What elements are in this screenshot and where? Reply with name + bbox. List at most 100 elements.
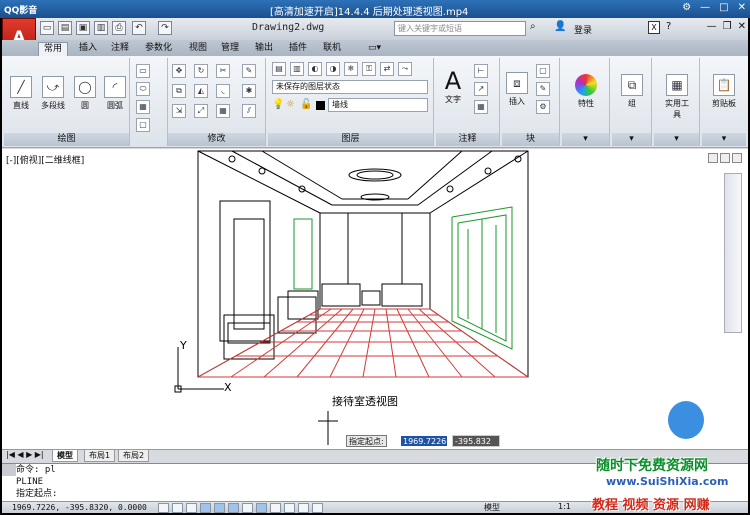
restore-icon[interactable]: ❐ [723,21,732,32]
tab-parametric[interactable]: 参数化 [140,42,177,56]
viewport-restore-icon[interactable] [720,153,730,163]
tab-online[interactable]: 联机 [318,42,346,56]
save-icon[interactable]: ▣ [76,21,90,35]
line-tool[interactable]: ╱ 直线 [6,76,36,111]
layout-tab-model[interactable]: 模型 [52,450,78,462]
layout-nav-arrows-icon[interactable]: |◀ ◀ ▶ ▶| [6,450,44,459]
tab-insert[interactable]: 插入 [74,42,102,56]
stretch-icon[interactable]: ⇲ [172,104,186,118]
layer-isolate-icon[interactable]: ◑ [326,62,340,76]
edit-attribute-icon[interactable]: ⚙ [536,100,550,114]
properties-tool[interactable]: 特性 [571,74,601,109]
layer-walk-icon[interactable]: ⤳ [398,62,412,76]
panel-group-label[interactable]: ▾ [612,133,651,146]
layer-thaw-icon[interactable]: ☼ [286,99,295,110]
mirror-icon[interactable]: ◭ [194,84,208,98]
close-icon[interactable]: ✕ [738,21,746,32]
layout-tab-2[interactable]: 布局2 [118,450,150,462]
player-close-icon[interactable]: ✕ [738,2,746,13]
offset-icon[interactable]: ⫽ [242,104,256,118]
model-space-button[interactable]: 模型 [484,502,500,513]
panel-modify-label[interactable]: 修改 [168,133,265,146]
layer-properties-icon[interactable]: ▤ [272,62,286,76]
layout-tab-1[interactable]: 布局1 [84,450,116,462]
print-icon[interactable]: ⎙ [112,21,126,35]
osnap-toggle[interactable] [214,503,225,513]
boundary-icon[interactable]: ▢ [136,118,150,132]
ortho-toggle[interactable] [186,503,197,513]
move-icon[interactable]: ✥ [172,64,186,78]
polar-toggle[interactable] [200,503,211,513]
tab-view[interactable]: 视图 [184,42,212,56]
layer-freeze-icon[interactable]: ❄ [344,62,358,76]
array-icon[interactable]: ▦ [216,104,230,118]
save-as-icon[interactable]: ▥ [94,21,108,35]
edit-block-icon[interactable]: ✎ [536,82,550,96]
scale-icon[interactable]: ⤢ [194,104,208,118]
redo-icon[interactable]: ↷ [158,21,172,35]
ducs-toggle[interactable] [242,503,253,513]
tab-manage[interactable]: 管理 [216,42,244,56]
rectangle-icon[interactable]: ▭ [136,64,150,78]
ribbon-toggle-icon[interactable]: ▭▾ [368,43,381,53]
layer-lock-icon[interactable]: ⚿ [362,62,376,76]
layer-on-icon[interactable]: 💡 [272,99,284,110]
polyline-tool[interactable]: ⤻ 多段线 [38,76,68,111]
panel-annotation-label[interactable]: 注释 [436,133,499,146]
tab-home[interactable]: 常用 [38,42,69,56]
tab-output[interactable]: 输出 [250,42,278,56]
text-tool[interactable]: A 文字 [438,68,468,105]
dimension-icon[interactable]: ⊢ [474,64,488,78]
utilities-tool[interactable]: ▦ 实用工具 [662,74,692,120]
transparency-toggle[interactable] [284,503,295,513]
layer-off-icon[interactable]: ◐ [308,62,322,76]
undo-icon[interactable]: ↶ [132,21,146,35]
ellipse-icon[interactable]: ⬭ [136,82,150,96]
layer-color-swatch[interactable] [316,101,325,110]
panel-layers-label[interactable]: 图层 [268,133,433,146]
selection-cycling-toggle[interactable] [312,503,323,513]
command-line-grip[interactable] [2,464,16,476]
dynamic-input-y[interactable]: -395.832 [452,435,500,447]
clipboard-tool[interactable]: 📋 剪贴板 [709,74,739,109]
leader-icon[interactable]: ↗ [474,82,488,96]
dynamic-input-x[interactable]: 1969.7226 [400,435,448,447]
panel-properties-label[interactable]: ▾ [562,133,609,146]
erase-icon[interactable]: ✎ [242,64,256,78]
login-link[interactable]: 登录 [574,23,592,36]
fillet-icon[interactable]: ◟ [216,84,230,98]
layer-unlock-icon[interactable]: 🔓 [300,99,312,110]
rotate-icon[interactable]: ↻ [194,64,208,78]
panel-utilities-label[interactable]: ▾ [654,133,699,146]
viewport-minimize-icon[interactable] [708,153,718,163]
explode-icon[interactable]: ✱ [242,84,256,98]
annotation-scale[interactable]: 1:1 [558,502,571,511]
new-file-icon[interactable]: ▭ [40,21,54,35]
lineweight-toggle[interactable] [270,503,281,513]
panel-block-label[interactable]: 块 [502,133,559,146]
player-minimize-icon[interactable]: — [700,2,710,13]
search-icon[interactable]: ⌕ [530,21,536,32]
viewport-label[interactable]: [-][俯视][二维线框] [6,153,84,166]
help-icon[interactable]: ? [666,21,671,32]
arc-tool[interactable]: ◜ 圆弧 [100,76,130,111]
drawing-canvas[interactable]: Y X [-][俯视][二维线框] 接待室透视图 指定起点: 1969.7226… [2,149,748,449]
insert-tool[interactable]: ⧈ 插入 [502,72,532,107]
otrack-toggle[interactable] [228,503,239,513]
tab-plugins[interactable]: 插件 [284,42,312,56]
hatch-icon[interactable]: ▦ [136,100,150,114]
panel-clipboard-label[interactable]: ▾ [702,133,746,146]
open-file-icon[interactable]: ▤ [58,21,72,35]
current-layer-select[interactable]: 墙线 [328,98,428,112]
layer-match-icon[interactable]: ⇄ [380,62,394,76]
player-settings-icon[interactable]: ⚙ [682,2,691,13]
navigation-bar[interactable] [724,173,742,333]
search-input[interactable]: 键入关键字或短语 [394,21,526,36]
grid-toggle[interactable] [172,503,183,513]
table-icon[interactable]: ▦ [474,100,488,114]
dyn-toggle[interactable] [256,503,267,513]
user-icon[interactable]: 👤 [554,21,566,32]
create-block-icon[interactable]: ▢ [536,64,550,78]
trim-icon[interactable]: ✂ [216,64,230,78]
layer-state-icon[interactable]: ▥ [290,62,304,76]
